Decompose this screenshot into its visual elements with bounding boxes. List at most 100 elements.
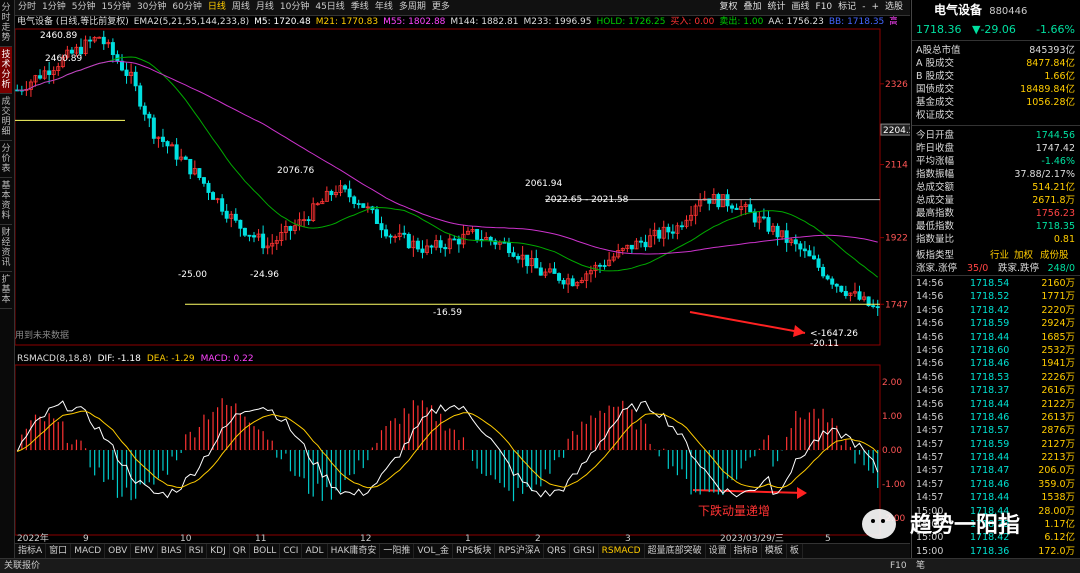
toolbar-action-3[interactable]: 画线: [789, 0, 813, 15]
price-tick-1: 2114: [885, 161, 908, 171]
candle-body: [183, 156, 188, 160]
indicator-tab-12[interactable]: HAK庸奇安: [328, 544, 381, 558]
period-tab-10[interactable]: 45日线: [312, 0, 347, 15]
stats1-row: 基金成交 1056.28亿: [912, 96, 1080, 109]
left-tab-6[interactable]: 扩基本: [0, 272, 12, 309]
x-label-0: 2022年: [17, 532, 49, 542]
period-tab-13[interactable]: 多周期: [396, 0, 429, 15]
indicator-tab-2[interactable]: MACD: [71, 544, 106, 558]
left-tab-2[interactable]: 成交明细: [0, 94, 12, 141]
indicator-tab-14[interactable]: VOL_金: [414, 544, 454, 558]
period-tab-6[interactable]: 日线: [205, 0, 229, 15]
toolbar-action-7[interactable]: +: [868, 0, 882, 15]
indicator-tab-5[interactable]: BIAS: [158, 544, 186, 558]
stat-label: 总成交量: [916, 195, 955, 206]
toolbar-action-0[interactable]: 复权: [716, 0, 740, 15]
period-tab-1[interactable]: 1分钟: [39, 0, 69, 15]
candle-body: [329, 190, 334, 196]
indicator-tab-0[interactable]: 指标A: [15, 544, 47, 558]
annotation-7: 2022.65 - 2021.58: [545, 195, 629, 205]
candle-body: [361, 203, 366, 208]
annotation-6: 2061.94: [525, 179, 562, 189]
period-tab-14[interactable]: 更多: [429, 0, 453, 15]
tick-volume: 359.0万: [1038, 478, 1075, 490]
tick-price: 1718.42: [970, 304, 1010, 316]
price-change-pct: -1.66%: [1036, 23, 1075, 36]
candle-body: [206, 182, 211, 193]
period-tab-3[interactable]: 15分钟: [98, 0, 133, 15]
pen-label[interactable]: 笔: [916, 559, 925, 573]
macd-legend-item-3: MACD: 0.22: [200, 354, 254, 364]
period-tab-9[interactable]: 10分钟: [277, 0, 312, 15]
indicator-tab-19[interactable]: RSMACD: [599, 544, 645, 558]
left-tab-4[interactable]: 基本资料: [0, 178, 12, 225]
indicator-tab-17[interactable]: QRS: [544, 544, 571, 558]
period-tab-5[interactable]: 60分钟: [169, 0, 204, 15]
toolbar-action-8[interactable]: 选股: [882, 0, 906, 15]
stat-label: 最低指数: [916, 221, 955, 232]
left-vertical-tabs: 分时走势技术分析成交明细分价表基本资料财经资讯扩基本: [0, 0, 15, 560]
indicator-tab-23[interactable]: 模板: [762, 544, 787, 558]
indicator-tab-24[interactable]: 板: [787, 544, 803, 558]
candle-body: [602, 265, 607, 267]
period-tab-2[interactable]: 5分钟: [69, 0, 99, 15]
indicator-tab-10[interactable]: CCI: [280, 544, 303, 558]
tick-volume: 1941万: [1041, 358, 1075, 370]
left-tab-3[interactable]: 分价表: [0, 141, 12, 178]
indicator-tab-15[interactable]: RPS板块: [453, 544, 496, 558]
period-tab-12[interactable]: 年线: [372, 0, 396, 15]
tick-row: 14:57 1718.47 206.0万: [912, 464, 1080, 477]
indicator-tab-4[interactable]: EMV: [131, 544, 158, 558]
indicator-tab-16[interactable]: RPS沪深A: [495, 544, 544, 558]
stat-value: -1.46%: [1041, 156, 1075, 167]
f10-label[interactable]: F10: [890, 559, 907, 573]
candle-body: [511, 252, 516, 257]
candle-body: [629, 244, 634, 250]
indicator-tab-11[interactable]: ADL: [302, 544, 328, 558]
period-tab-0[interactable]: 分时: [15, 0, 39, 15]
period-tab-11[interactable]: 季线: [348, 0, 372, 15]
macd-tick-3: -1.00: [882, 480, 906, 490]
candle-body: [415, 240, 420, 250]
period-tab-7[interactable]: 周线: [229, 0, 253, 15]
indicator-tab-21[interactable]: 设置: [706, 544, 731, 558]
annotation-5: -16.59: [433, 308, 462, 318]
candle-body: [825, 275, 830, 280]
linked-quote-label[interactable]: 关联报价: [4, 559, 40, 573]
annotation-1: 2460.89: [45, 54, 82, 64]
candle-body: [670, 231, 675, 234]
indicator-tab-1[interactable]: 窗口: [46, 544, 72, 558]
indicator-tab-9[interactable]: BOLL: [250, 544, 281, 558]
candle-body: [807, 250, 812, 257]
left-tab-1[interactable]: 技术分析: [0, 47, 12, 94]
kline-chart[interactable]: 2326 2114 1922 1747 2204.5 2.00 1.00 0.00 -1.00 -…: [15, 15, 910, 542]
toolbar-action-2[interactable]: 统计: [765, 0, 789, 15]
indicator-tab-8[interactable]: QR: [230, 544, 251, 558]
indicator-tab-7[interactable]: KDJ: [207, 544, 230, 558]
annotation-3: -25.00: [178, 270, 207, 280]
tick-time: 14:56: [916, 358, 944, 370]
toolbar-action-6[interactable]: -: [859, 0, 868, 15]
x-label-7: 3: [625, 534, 631, 542]
indicator-tab-22[interactable]: 指标B: [731, 544, 762, 558]
left-tab-5[interactable]: 财经资讯: [0, 225, 12, 272]
candle-body: [379, 223, 384, 231]
chart-area[interactable]: 电气设备 (日线,等比前复权) EMA2(5,21,55,144,233,8) M5…: [15, 15, 910, 542]
toolbar-action-1[interactable]: 叠加: [740, 0, 764, 15]
tick-time: 15:00: [916, 545, 944, 557]
toolbar-action-5[interactable]: 标记: [835, 0, 859, 15]
indicator-tab-6[interactable]: RSI: [186, 544, 208, 558]
period-tab-8[interactable]: 月线: [253, 0, 277, 15]
indicator-tab-18[interactable]: GRSI: [570, 544, 599, 558]
period-tab-4[interactable]: 30分钟: [134, 0, 169, 15]
tick-volume: 2616万: [1041, 385, 1075, 397]
indicator-tab-13[interactable]: 一阳推: [380, 544, 415, 558]
indicator-tab-20[interactable]: 超量底部突破: [645, 544, 706, 558]
left-tab-0[interactable]: 分时走势: [0, 0, 12, 47]
indicator-tab-3[interactable]: OBV: [105, 544, 132, 558]
stats2-row: 最低指数 1718.35: [912, 220, 1080, 233]
toolbar-action-4[interactable]: F10: [813, 0, 836, 15]
candle-body: [402, 232, 407, 235]
tick-time: 14:56: [916, 371, 944, 383]
candle-body: [306, 219, 311, 222]
